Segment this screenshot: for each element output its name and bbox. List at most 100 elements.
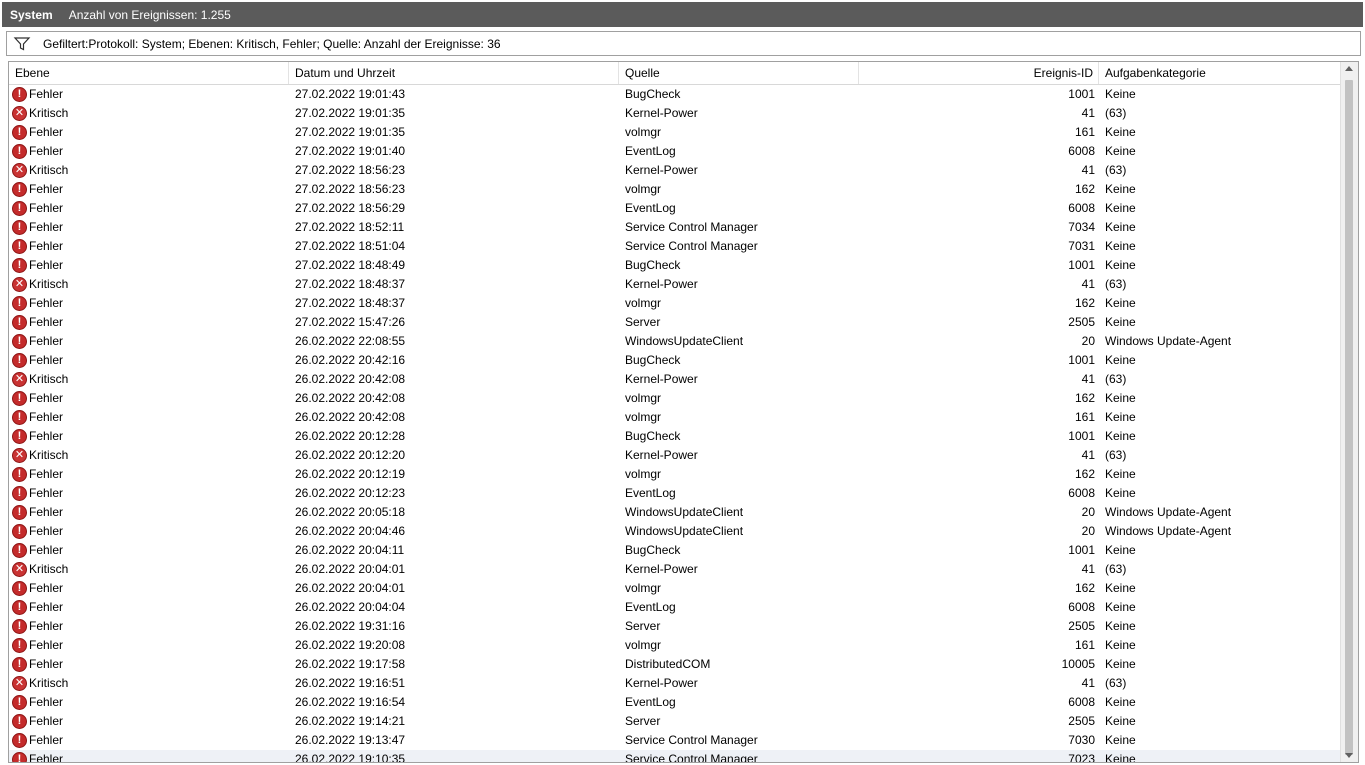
error-icon: !	[12, 467, 27, 482]
task-category-cell: Keine	[1105, 201, 1136, 215]
scroll-down-arrow-icon[interactable]	[1345, 753, 1353, 758]
event-id-cell: 20	[1081, 334, 1095, 348]
scroll-up-arrow-icon[interactable]	[1345, 66, 1353, 71]
table-row[interactable]: ! Fehler 26.02.2022 19:31:16 Server 2505 Kein…	[9, 617, 1341, 636]
datetime-cell: 26.02.2022 22:08:55	[295, 334, 406, 348]
task-category-cell: Keine	[1105, 182, 1136, 196]
table-row[interactable]: ! Fehler 26.02.2022 20:42:08 volmgr 161 Keine	[9, 408, 1341, 427]
level-label: Fehler	[29, 315, 64, 329]
task-category-cell: Keine	[1105, 296, 1136, 310]
table-row[interactable]: ! Fehler 27.02.2022 18:56:29 EventLog 6008 Ke…	[9, 199, 1341, 218]
table-row[interactable]: ✕ Kritisch 27.02.2022 18:48:37 Kernel-Power…	[9, 275, 1341, 294]
table-row[interactable]: ✕ Kritisch 27.02.2022 19:01:35 Kernel-Power…	[9, 104, 1341, 123]
table-row[interactable]: ! Fehler 26.02.2022 20:12:19 volmgr 162 Keine	[9, 465, 1341, 484]
task-category-cell: Keine	[1105, 353, 1136, 367]
table-row[interactable]: ✕ Kritisch 26.02.2022 19:16:51 Kernel-Power…	[9, 674, 1341, 693]
table-row[interactable]: ! Fehler 26.02.2022 19:10:35 Service Contro…	[9, 750, 1341, 763]
table-row[interactable]: ! Fehler 26.02.2022 20:42:16 BugCheck 1001 Ke…	[9, 351, 1341, 370]
table-row[interactable]: ! Fehler 26.02.2022 20:42:08 volmgr 162 Keine	[9, 389, 1341, 408]
level-label: Fehler	[29, 391, 64, 405]
datetime-cell: 26.02.2022 20:12:23	[295, 486, 406, 500]
table-row[interactable]: ✕ Kritisch 26.02.2022 20:04:01 Kernel-Power…	[9, 560, 1341, 579]
column-header-row: Ebene Datum und Uhrzeit Quelle Ereignis-…	[9, 62, 1341, 85]
table-row[interactable]: ✕ Kritisch 26.02.2022 20:12:20 Kernel-Power…	[9, 446, 1341, 465]
level-label: Fehler	[29, 429, 64, 443]
level-cell: ! Fehler	[12, 427, 288, 446]
level-cell: ! Fehler	[12, 408, 288, 427]
table-row[interactable]: ! Fehler 26.02.2022 20:04:01 volmgr 162 Keine	[9, 579, 1341, 598]
event-id-cell: 41	[1081, 372, 1095, 386]
table-row[interactable]: ! Fehler 27.02.2022 18:48:49 BugCheck 1001 Ke…	[9, 256, 1341, 275]
error-icon: !	[12, 201, 27, 216]
table-row[interactable]: ! Fehler 26.02.2022 20:12:23 EventLog 6008 Ke…	[9, 484, 1341, 503]
datetime-cell: 26.02.2022 19:10:35	[295, 752, 406, 763]
source-cell: volmgr	[625, 125, 662, 139]
table-row[interactable]: ! Fehler 27.02.2022 15:47:26 Server 2505 Kein…	[9, 313, 1341, 332]
table-row[interactable]: ! Fehler 26.02.2022 20:04:11 BugCheck 1001 Ke…	[9, 541, 1341, 560]
table-row[interactable]: ! Fehler 26.02.2022 19:13:47 Service Contro…	[9, 731, 1341, 750]
column-header-datetime[interactable]: Datum und Uhrzeit	[289, 62, 619, 84]
table-row[interactable]: ! Fehler 27.02.2022 19:01:43 BugCheck 1001 Ke…	[9, 85, 1341, 104]
table-row[interactable]: ! Fehler 27.02.2022 18:51:04 Service Contro…	[9, 237, 1341, 256]
task-category-cell: (63)	[1105, 372, 1127, 386]
table-row[interactable]: ! Fehler 27.02.2022 18:48:37 volmgr 162 Keine	[9, 294, 1341, 313]
level-cell: ! Fehler	[12, 294, 288, 313]
task-category-cell: Keine	[1105, 429, 1136, 443]
task-category-cell: (63)	[1105, 676, 1127, 690]
task-category-cell: Keine	[1105, 733, 1136, 747]
level-label: Fehler	[29, 467, 64, 481]
error-icon: !	[12, 486, 27, 501]
level-label: Fehler	[29, 125, 64, 139]
table-row[interactable]: ! Fehler 27.02.2022 19:01:35 volmgr 161 Keine	[9, 123, 1341, 142]
error-icon: !	[12, 410, 27, 425]
datetime-cell: 26.02.2022 19:14:21	[295, 714, 406, 728]
event-id-cell: 6008	[1068, 695, 1095, 709]
table-row[interactable]: ! Fehler 26.02.2022 20:04:04 EventLog 6008 Ke…	[9, 598, 1341, 617]
critical-icon: ✕	[12, 676, 27, 691]
level-cell: ! Fehler	[12, 123, 288, 142]
level-cell: ! Fehler	[12, 617, 288, 636]
table-row[interactable]: ! Fehler 27.02.2022 18:52:11 Service Contro…	[9, 218, 1341, 237]
error-icon: !	[12, 581, 27, 596]
event-id-cell: 10005	[1061, 657, 1095, 671]
task-category-cell: Keine	[1105, 125, 1136, 139]
source-cell: Server	[625, 315, 661, 329]
table-row[interactable]: ! Fehler 26.02.2022 19:17:58 DistributedCOM…	[9, 655, 1341, 674]
table-row[interactable]: ✕ Kritisch 27.02.2022 18:56:23 Kernel-Power…	[9, 161, 1341, 180]
column-header-level[interactable]: Ebene	[9, 62, 289, 84]
level-cell: ! Fehler	[12, 503, 288, 522]
task-category-cell: Keine	[1105, 258, 1136, 272]
datetime-cell: 27.02.2022 18:48:49	[295, 258, 406, 272]
error-icon: !	[12, 695, 27, 710]
source-cell: volmgr	[625, 467, 662, 481]
event-id-cell: 2505	[1068, 315, 1095, 329]
source-cell: volmgr	[625, 182, 662, 196]
datetime-cell: 27.02.2022 19:01:35	[295, 125, 406, 139]
vertical-scrollbar[interactable]	[1340, 62, 1358, 762]
event-id-cell: 41	[1081, 448, 1095, 462]
table-row[interactable]: ! Fehler 27.02.2022 19:01:40 EventLog 6008 Ke…	[9, 142, 1341, 161]
table-row[interactable]: ! Fehler 26.02.2022 19:16:54 EventLog 6008 Ke…	[9, 693, 1341, 712]
table-row[interactable]: ! Fehler 26.02.2022 19:20:08 volmgr 161 Keine	[9, 636, 1341, 655]
table-row[interactable]: ! Fehler 27.02.2022 18:56:23 volmgr 162 Keine	[9, 180, 1341, 199]
table-row[interactable]: ! Fehler 26.02.2022 19:14:21 Server 2505 Kein…	[9, 712, 1341, 731]
level-label: Kritisch	[29, 372, 69, 386]
column-header-event-id[interactable]: Ereignis-ID	[859, 62, 1099, 84]
level-cell: ! Fehler	[12, 389, 288, 408]
scrollbar-thumb[interactable]	[1345, 80, 1353, 755]
column-header-task-category[interactable]: Aufgabenkategorie	[1099, 62, 1341, 84]
level-cell: ✕ Kritisch	[12, 446, 288, 465]
table-row[interactable]: ! Fehler 26.02.2022 22:08:55 WindowsUpdateC…	[9, 332, 1341, 351]
source-cell: EventLog	[625, 144, 676, 158]
table-row[interactable]: ! Fehler 26.02.2022 20:12:28 BugCheck 1001 Ke…	[9, 427, 1341, 446]
level-label: Fehler	[29, 410, 64, 424]
table-row[interactable]: ! Fehler 26.02.2022 20:05:18 WindowsUpdateC…	[9, 503, 1341, 522]
task-category-cell: Keine	[1105, 714, 1136, 728]
column-header-source[interactable]: Quelle	[619, 62, 859, 84]
level-label: Fehler	[29, 600, 64, 614]
level-label: Fehler	[29, 505, 64, 519]
source-cell: Kernel-Power	[625, 372, 698, 386]
table-row[interactable]: ! Fehler 26.02.2022 20:04:46 WindowsUpdateC…	[9, 522, 1341, 541]
level-cell: ✕ Kritisch	[12, 104, 288, 123]
table-row[interactable]: ✕ Kritisch 26.02.2022 20:42:08 Kernel-Power…	[9, 370, 1341, 389]
